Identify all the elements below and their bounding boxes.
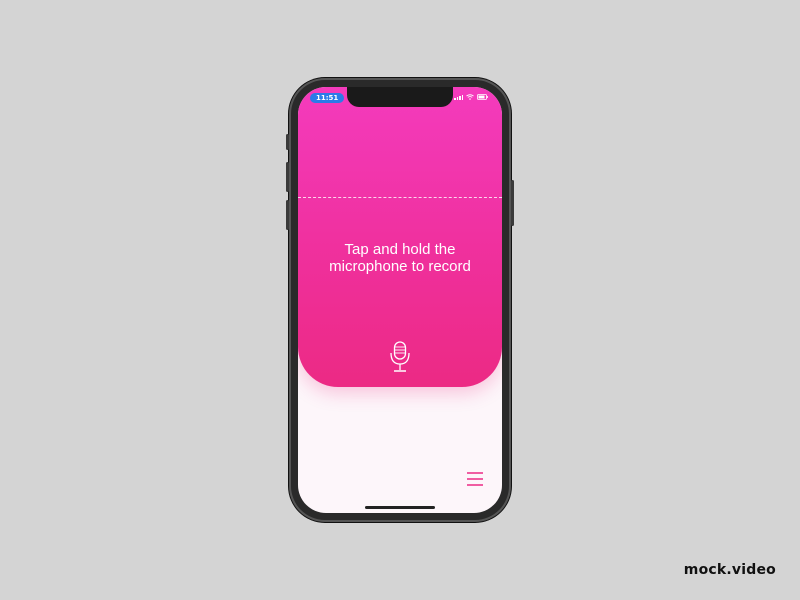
phone-screen: Tap and hold the microphone to record 11… [298, 87, 502, 513]
camera-notch [347, 87, 453, 107]
mute-switch [286, 134, 289, 150]
volume-up-button [286, 162, 289, 192]
record-panel: Tap and hold the microphone to record [298, 87, 502, 387]
phone-frame: Tap and hold the microphone to record 11… [286, 78, 514, 522]
home-indicator[interactable] [365, 506, 435, 509]
watermark-text: mock.video [683, 562, 776, 578]
battery-icon [477, 94, 488, 100]
status-time: 11:51 [310, 93, 345, 103]
microphone-icon[interactable] [386, 341, 414, 373]
record-prompt: Tap and hold the microphone to record [329, 241, 471, 275]
volume-down-button [286, 200, 289, 230]
dashed-divider [298, 197, 502, 198]
power-button [511, 180, 514, 226]
signal-icon [454, 95, 463, 100]
status-icons [454, 94, 488, 100]
wifi-icon [466, 94, 474, 100]
mockup-stage: Tap and hold the microphone to record 11… [0, 0, 800, 600]
hamburger-menu-icon[interactable] [466, 471, 484, 487]
